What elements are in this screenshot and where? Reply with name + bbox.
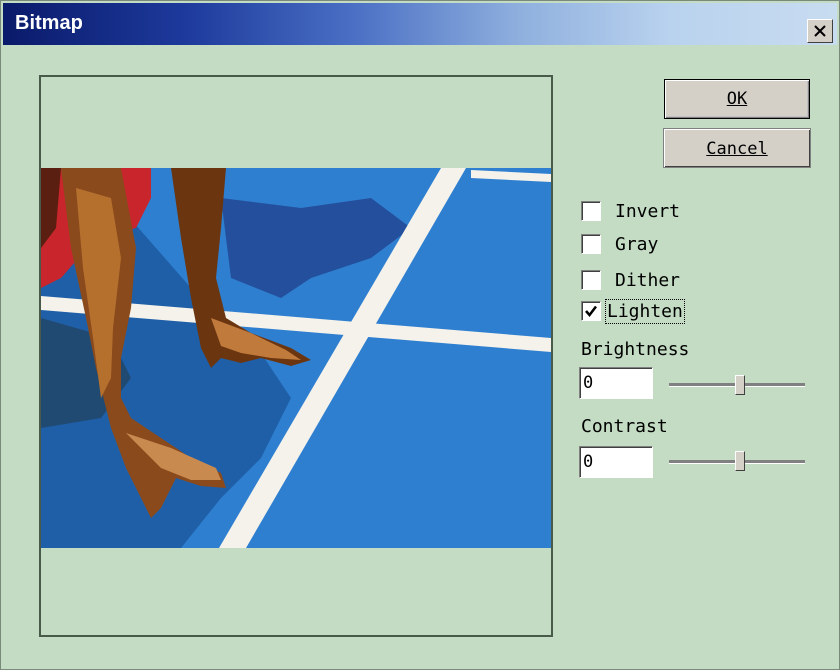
dither-checkbox[interactable]: Dither [581,268,680,292]
cancel-label: Cancel [706,139,768,159]
lighten-box[interactable] [581,301,601,321]
dither-box[interactable] [581,270,601,290]
invert-label: Invert [615,200,681,222]
lighten-checkbox[interactable]: Lighten [581,298,685,324]
brightness-input[interactable] [579,367,653,399]
gray-checkbox[interactable]: Gray [581,232,658,256]
dither-label: Dither [615,269,681,291]
title-bar[interactable]: Bitmap [3,3,837,45]
window-title: Bitmap [15,12,83,34]
brightness-label: Brightness [581,339,690,360]
close-icon [814,25,826,37]
ok-button[interactable]: OK [664,79,810,119]
brightness-slider-thumb[interactable] [734,375,745,395]
contrast-slider-thumb[interactable] [734,451,745,471]
cancel-button[interactable]: Cancel [663,128,811,168]
invert-box[interactable] [581,201,601,221]
gray-label: Gray [615,233,659,255]
checkmark-icon [585,305,597,317]
close-button[interactable] [807,19,833,43]
preview-image [41,168,551,548]
contrast-label: Contrast [581,416,668,437]
invert-checkbox[interactable]: Invert [581,199,680,223]
bitmap-dialog: Bitmap OK Cancel Invert Gray Dither Ligh… [0,0,840,670]
gray-box[interactable] [581,234,601,254]
ok-label: OK [726,89,748,109]
preview-frame [39,75,553,637]
lighten-label: Lighten [605,298,685,324]
contrast-input[interactable] [579,446,653,478]
